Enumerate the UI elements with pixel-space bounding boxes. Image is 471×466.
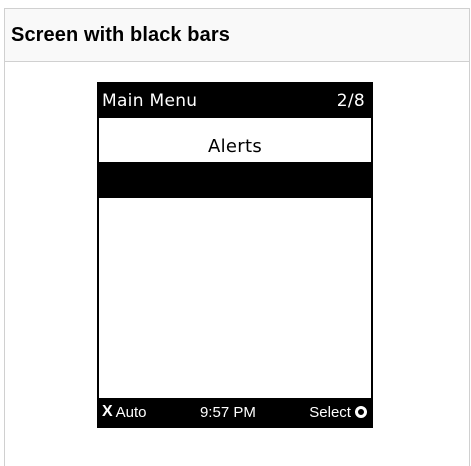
card-header: Screen with black bars bbox=[5, 9, 469, 62]
select-circle-icon bbox=[354, 406, 367, 418]
select-softkey[interactable]: Select bbox=[309, 404, 367, 421]
device-screen: Main Menu 2/8 Alerts X Auto 9:57 PM Sele… bbox=[97, 82, 373, 428]
auto-label: Auto bbox=[115, 403, 147, 421]
clock-time: 9:57 PM bbox=[199, 403, 256, 421]
select-label: Select bbox=[309, 403, 351, 421]
top-bar: Main Menu 2/8 bbox=[99, 84, 371, 118]
page-indicator: 2/8 bbox=[336, 91, 365, 111]
menu-item-alerts[interactable]: Alerts bbox=[99, 136, 371, 157]
bottom-bar: X Auto 9:57 PM Select bbox=[99, 398, 371, 426]
top-bar-title: Main Menu bbox=[102, 91, 198, 111]
x-icon: X bbox=[102, 403, 113, 420]
card-title: Screen with black bars bbox=[11, 23, 230, 46]
auto-softkey[interactable]: X Auto bbox=[102, 403, 147, 421]
selection-highlight-bar bbox=[99, 162, 371, 198]
